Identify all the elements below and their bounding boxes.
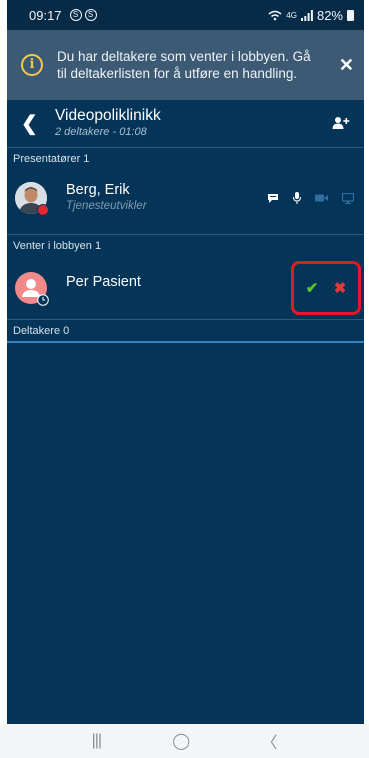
add-participant-icon[interactable] <box>332 116 350 130</box>
presenter-actions <box>267 192 356 204</box>
avatar <box>15 182 49 216</box>
system-navigation-bar: ||| ◯ 〈 <box>0 724 369 758</box>
close-icon[interactable]: ✕ <box>339 55 354 76</box>
lobby-notification-banner: i Du har deltakere som venter i lobbyen.… <box>7 30 364 100</box>
presenter-name: Berg, Erik <box>66 182 130 198</box>
signal-icon <box>300 9 313 21</box>
lobby-person-name: Per Pasient <box>66 273 141 290</box>
presenter-row[interactable]: Berg, Erik Tjenesteutvikler <box>7 173 364 223</box>
home-icon[interactable]: ◯ <box>172 731 190 751</box>
wifi-icon <box>268 10 282 20</box>
app-screen: 09:17 S S 4G 82% i Du har deltakere som … <box>7 0 364 758</box>
network-type: 4G <box>286 10 297 20</box>
status-right: 4G 82% <box>268 8 354 23</box>
back-nav-icon[interactable]: 〈 <box>261 729 277 753</box>
screen-share-icon[interactable] <box>342 192 354 204</box>
chat-icon[interactable] <box>267 193 279 204</box>
section-divider <box>7 341 364 343</box>
accept-icon[interactable]: ✔ <box>306 279 319 297</box>
camera-icon[interactable] <box>315 194 328 202</box>
section-presenters: Presentatører 1 <box>7 147 364 169</box>
battery-level: 82% <box>316 7 343 23</box>
skype-notification-icon-2: S <box>84 9 97 21</box>
reject-icon[interactable]: ✖ <box>334 279 347 297</box>
banner-message: Du har deltakere som venter i lobbyen. G… <box>57 49 311 81</box>
meeting-subtitle: 2 deltakere - 01:08 <box>55 126 147 138</box>
presenter-role: Tjenesteutvikler <box>66 200 147 212</box>
presenter-info: Berg, Erik Tjenesteutvikler <box>66 182 147 214</box>
skype-notification-icon: S <box>69 9 82 21</box>
status-bar: 09:17 S S 4G 82% <box>7 0 364 30</box>
meeting-header: ❮ Videopoliklinikk 2 deltakere - 01:08 <box>7 100 364 146</box>
battery-icon <box>347 9 354 21</box>
back-icon[interactable]: ❮ <box>21 111 41 136</box>
status-time: 09:17 <box>29 7 62 23</box>
status-dot-icon <box>37 204 49 216</box>
microphone-icon[interactable] <box>293 192 301 204</box>
section-lobby: Venter i lobbyen 1 <box>7 234 364 256</box>
info-icon: i <box>21 54 43 76</box>
lobby-person-info: Per Pasient <box>66 274 141 291</box>
meeting-title: Videopoliklinikk <box>55 107 161 124</box>
header-titles: Videopoliklinikk 2 deltakere - 01:08 <box>55 107 161 139</box>
section-participants: Deltakere 0 <box>7 319 364 341</box>
avatar <box>15 272 49 306</box>
waiting-clock-icon <box>37 294 49 306</box>
lobby-action-highlight: ✔ ✖ <box>291 261 361 315</box>
recents-icon[interactable]: ||| <box>92 732 103 750</box>
